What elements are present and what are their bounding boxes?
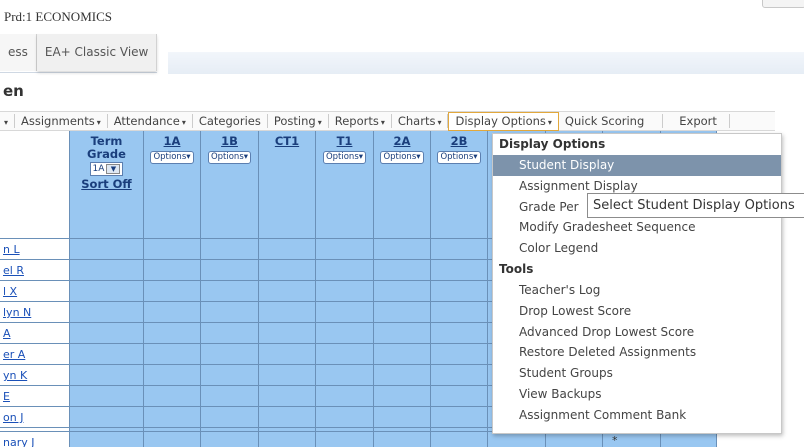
student-name-link[interactable]: l X [0, 281, 69, 302]
menu-item-student-display[interactable]: Student Display [493, 155, 781, 176]
menu-categories-label: Categories [198, 114, 261, 128]
chevron-down-icon: ▾ [547, 117, 552, 127]
student-name-link[interactable]: er A [0, 344, 69, 365]
top-right-button[interactable] [762, 0, 804, 8]
menu-assignments-label: Assignments [21, 114, 95, 128]
term-grade-header: Term Grade 1A ▼ Sort Off [70, 135, 143, 191]
term-select-value: 1A [92, 164, 105, 174]
view-tabs: ess EA+ Classic View [0, 34, 158, 73]
column-code[interactable]: 2A [374, 134, 430, 148]
column-options-button[interactable]: Options▾ [150, 151, 194, 164]
menu-item-view-backups[interactable]: View Backups [493, 384, 781, 405]
student-name-link[interactable]: yn K [0, 365, 69, 386]
column-code[interactable]: 1A [144, 134, 200, 148]
column-code[interactable]: CT1 [259, 134, 315, 148]
header-banner [168, 52, 804, 74]
column-header-2b: 2B Options▾ [431, 134, 487, 164]
grade-cell-marker: * [612, 434, 618, 447]
menu-item-color-legend[interactable]: Color Legend [493, 238, 781, 259]
column-options-button[interactable]: Options▾ [437, 151, 481, 164]
menu-first[interactable]: ▾ [0, 114, 16, 128]
menu-item-modify-gradesheet-sequence[interactable]: Modify Gradesheet Sequence [493, 217, 781, 238]
chevron-down-icon: ▾ [4, 118, 9, 127]
options-label: Options [325, 152, 359, 162]
menu-reports[interactable]: Reports ▾ [329, 114, 392, 128]
page-title: en [3, 82, 24, 100]
menu-section-tools: Tools [499, 261, 534, 276]
menu-reports-label: Reports [334, 114, 379, 128]
column-options-button[interactable]: Options▾ [322, 151, 367, 164]
column-options-button[interactable]: Options▾ [207, 151, 252, 164]
menu-item-restore-deleted-assignments[interactable]: Restore Deleted Assignments [493, 342, 781, 363]
menu-item-drop-lowest-score[interactable]: Drop Lowest Score [493, 301, 781, 322]
student-name-link[interactable]: E [0, 386, 69, 407]
menu-posting-label: Posting [273, 114, 316, 128]
menu-quick-scoring[interactable]: Quick Scoring [559, 114, 664, 128]
column-header-ct1: CT1 [259, 134, 315, 148]
menu-section-display-options: Display Options [499, 137, 606, 151]
tab-classic-view[interactable]: EA+ Classic View [36, 34, 158, 71]
menu-charts[interactable]: Charts ▾ [392, 114, 449, 128]
menu-item-assignment-comment-bank[interactable]: Assignment Comment Bank [493, 405, 781, 426]
menu-categories[interactable]: Categories [193, 114, 268, 128]
column-options-button[interactable]: Options▾ [380, 151, 424, 164]
menu-export[interactable]: Export [663, 114, 730, 128]
options-label: Options [440, 152, 474, 162]
chevron-down-icon: ▾ [96, 118, 101, 127]
grade-label: Grade [87, 147, 126, 161]
menu-item-advanced-drop-lowest-score[interactable]: Advanced Drop Lowest Score [493, 322, 781, 343]
chevron-down-icon: ▼ [106, 163, 121, 174]
menu-item-student-groups[interactable]: Student Groups [493, 363, 781, 384]
column-code[interactable]: 1B [201, 134, 258, 148]
menu-charts-label: Charts [397, 114, 436, 128]
menu-export-label: Export [679, 114, 717, 128]
chevron-down-icon: ▾ [380, 118, 385, 127]
column-header-t1: T1 Options▾ [316, 134, 373, 164]
tooltip: Select Student Display Options [587, 193, 804, 218]
menu-display-options-label: Display Options [455, 113, 546, 128]
term-select[interactable]: 1A ▼ [89, 162, 124, 176]
menu-item-teachers-log[interactable]: Teacher's Log [493, 280, 781, 301]
chevron-down-icon: ▾ [181, 118, 186, 127]
menu-assignments[interactable]: Assignments ▾ [15, 114, 108, 128]
column-code[interactable]: T1 [316, 134, 373, 148]
options-label: Options [210, 152, 244, 162]
student-name-link[interactable]: A [0, 323, 69, 344]
options-label: Options [153, 152, 187, 162]
menu-display-options[interactable]: Display Options ▾ [448, 111, 559, 131]
column-header-1b: 1B Options▾ [201, 134, 258, 164]
student-name-link[interactable]: n L [0, 239, 69, 260]
chevron-down-icon: ▾ [317, 118, 322, 127]
student-name-link[interactable]: on J [0, 407, 69, 428]
menu-quick-scoring-label: Quick Scoring [564, 114, 645, 128]
sort-off-link[interactable]: Sort Off [70, 178, 143, 191]
chevron-down-icon: ▾ [437, 118, 442, 127]
menu-attendance[interactable]: Attendance ▾ [108, 114, 193, 128]
student-name-link[interactable]: el R [0, 260, 69, 281]
tab-ess[interactable]: ess [0, 34, 37, 71]
class-period-label: Prd:1 ECONOMICS [4, 9, 112, 24]
student-name-link[interactable]: lyn N [0, 302, 69, 323]
gradebook-menubar: ▾ Assignments ▾ Attendance ▾ Categories Po… [0, 111, 775, 131]
menu-attendance-label: Attendance [113, 114, 180, 128]
student-name-link[interactable]: nary J [0, 432, 69, 447]
menu-posting[interactable]: Posting ▾ [268, 114, 329, 128]
options-label: Options [383, 152, 417, 162]
column-header-1a: 1A Options▾ [144, 134, 200, 164]
display-options-menu: Display Options Student Display Assignme… [492, 133, 782, 434]
column-header-2a: 2A Options▾ [374, 134, 430, 164]
column-code[interactable]: 2B [431, 134, 487, 148]
